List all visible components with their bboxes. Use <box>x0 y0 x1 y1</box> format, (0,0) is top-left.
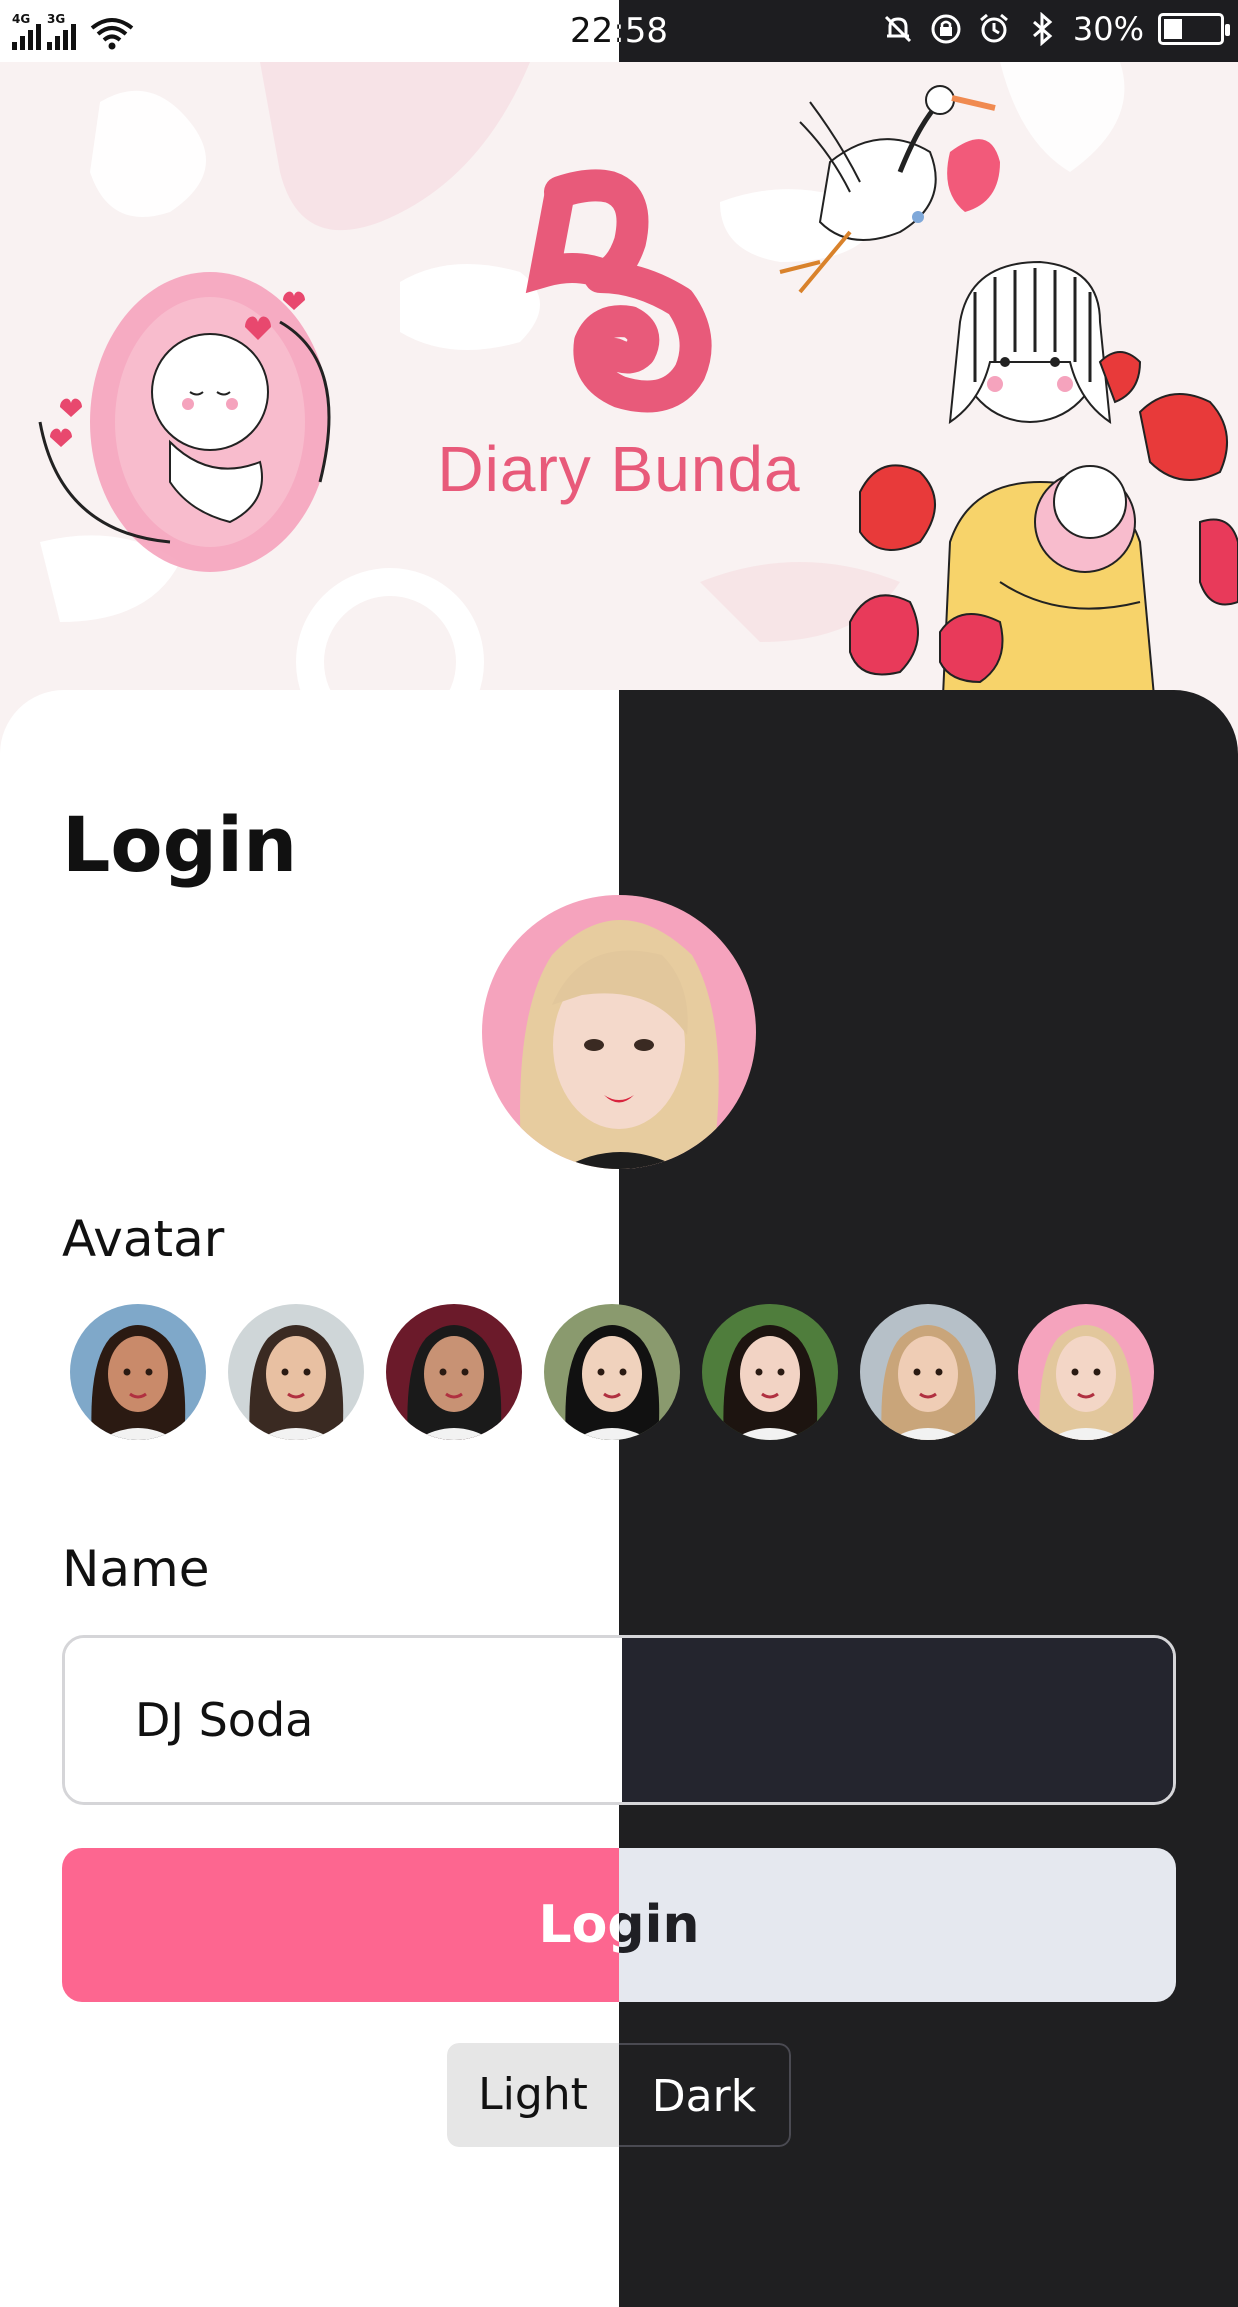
banner-illustration <box>38 62 1238 762</box>
theme-light-option[interactable]: Light <box>447 2043 619 2147</box>
mother-baby-illustration <box>849 260 1238 762</box>
avatar-option[interactable] <box>860 1304 996 1440</box>
avatar-option[interactable] <box>1018 1304 1154 1440</box>
page-title: Login <box>62 800 298 889</box>
login-card: Login Avatar Name Login Login Light Dark <box>0 690 1238 2307</box>
alarm-icon <box>979 13 1008 43</box>
status-bar-right: 30% <box>881 10 1230 48</box>
avatar-option[interactable] <box>702 1304 838 1440</box>
brand-logo-icon <box>525 169 712 413</box>
mute-icon <box>884 15 911 43</box>
avatar-option[interactable] <box>544 1304 680 1440</box>
theme-toggle: Light Dark <box>447 2043 791 2147</box>
battery-icon <box>1158 13 1230 45</box>
name-input[interactable] <box>65 1638 1173 1802</box>
status-bar: 4G 3G 22:58 22:58 <box>0 0 1238 62</box>
stork-illustration <box>779 85 1000 294</box>
bluetooth-icon <box>1032 12 1053 46</box>
header-banner: Diary Bunda <box>0 62 1238 762</box>
baby-womb-illustration <box>38 272 331 572</box>
login-button-label-dark: Login <box>619 1895 700 1955</box>
theme-dark-option[interactable]: Dark <box>619 2043 791 2147</box>
avatar-option[interactable] <box>386 1304 522 1440</box>
login-button-label: Login <box>538 1895 619 1955</box>
selected-avatar <box>482 895 756 1169</box>
rotation-lock-icon <box>931 14 961 44</box>
status-time-light: 22:58 <box>570 11 619 51</box>
avatar-option[interactable] <box>70 1304 206 1440</box>
battery-percent: 30% <box>1072 10 1144 48</box>
name-field <box>62 1635 1176 1805</box>
avatar-option[interactable] <box>228 1304 364 1440</box>
selected-avatar-portrait <box>482 895 756 1169</box>
login-button[interactable]: Login Login <box>62 1848 1176 2002</box>
brand-name: Diary Bunda <box>437 433 801 505</box>
name-label: Name <box>62 1540 210 1598</box>
avatar-label: Avatar <box>62 1210 225 1268</box>
avatar-picker <box>70 1304 1154 1440</box>
